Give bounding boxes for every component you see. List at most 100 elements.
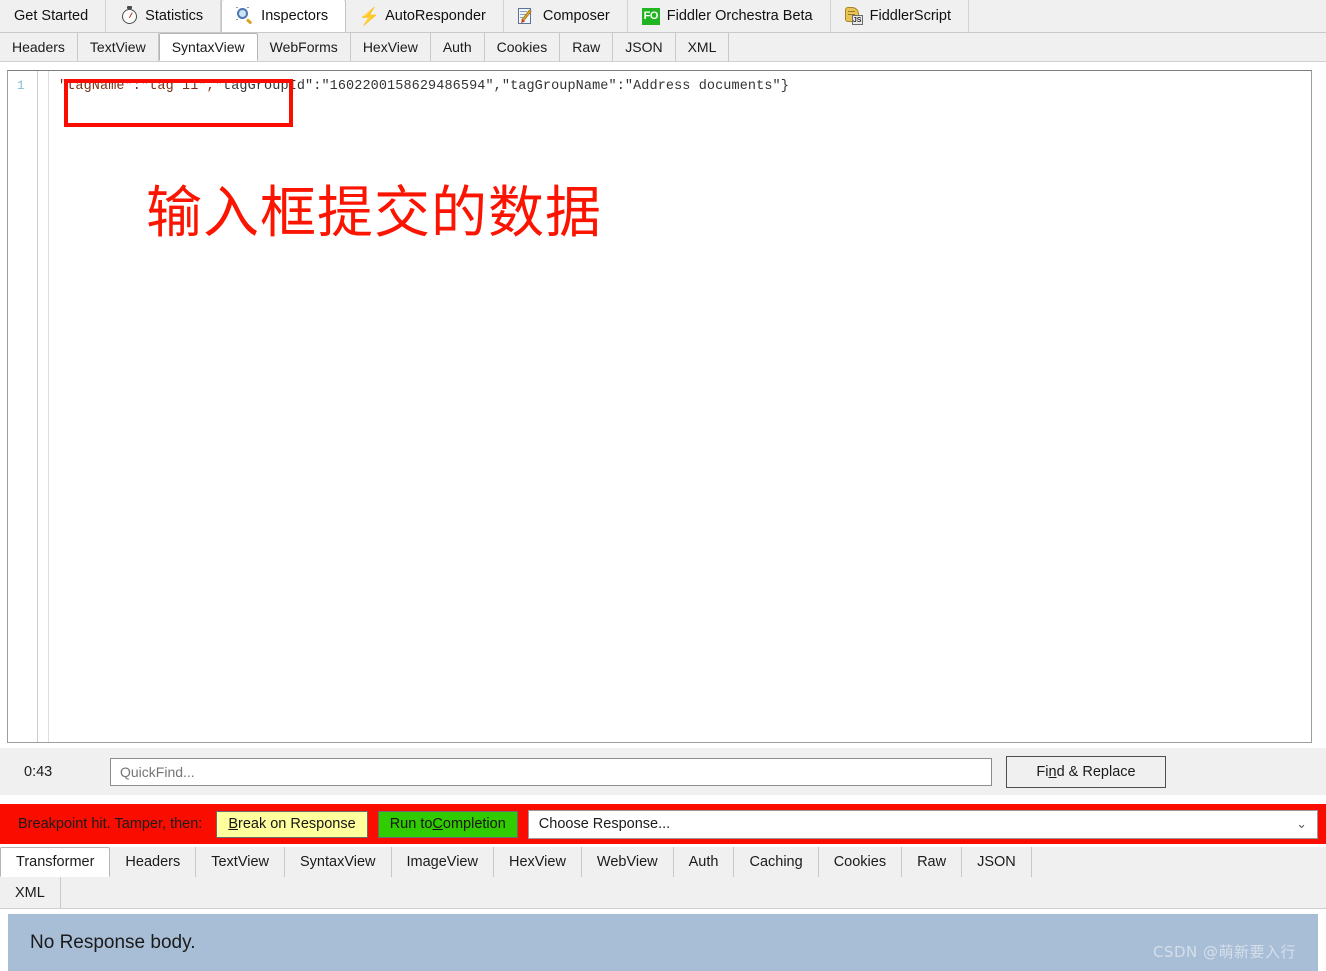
response-inspector-tabs-row2: XML [0, 877, 1326, 909]
response-tab-hexview[interactable]: HexView [494, 847, 582, 877]
tab-label: JSON [977, 854, 1016, 870]
response-tab-imageview[interactable]: ImageView [392, 847, 494, 877]
stopwatch-icon [120, 6, 138, 25]
response-tab-xml[interactable]: XML [0, 877, 61, 908]
code-line-1: "tagName":"tag 11","tagGroupId":"1602200… [59, 78, 1311, 95]
tab-label: XML [687, 39, 717, 55]
lightning-bolt-icon: ⚡ [358, 6, 380, 26]
main-tab-autoresponder[interactable]: ⚡ AutoResponder [346, 0, 504, 32]
request-tab-raw[interactable]: Raw [560, 33, 614, 61]
code-segment-rest: "tagGroupId":"1602200158629486594","tagG… [214, 79, 789, 94]
request-tab-cookies[interactable]: Cookies [485, 33, 561, 61]
tab-label: WebView [596, 854, 658, 870]
choose-response-dropdown[interactable]: Choose Response... ⌄ [527, 809, 1318, 839]
response-body-panel: No Response body. CSDN @萌新要入行 [8, 914, 1318, 971]
btn-text-pre: Run to [389, 816, 433, 832]
line-number: 1 [17, 79, 25, 93]
tab-label: Cookies [496, 39, 548, 55]
main-tab-composer[interactable]: Composer [503, 0, 628, 32]
response-tab-transformer[interactable]: Transformer [0, 847, 111, 877]
tab-label: JSON [625, 39, 663, 55]
response-tab-syntaxview[interactable]: SyntaxView [285, 847, 392, 877]
request-tab-auth[interactable]: Auth [431, 33, 485, 61]
tab-label: Cookies [833, 854, 887, 870]
quickfind-input[interactable] [110, 757, 992, 786]
response-tab-cookies[interactable]: Cookies [819, 847, 903, 877]
fo-badge-icon: FO [641, 7, 660, 25]
main-tab-label: Composer [542, 8, 610, 24]
main-tab-label: FiddlerScript [869, 8, 951, 24]
find-and-replace-button[interactable]: Fi n d & Replace [1006, 755, 1166, 788]
request-tab-textview[interactable]: TextView [78, 33, 159, 61]
response-inspector-tabs-row1: Transformer Headers TextView SyntaxView … [0, 847, 1326, 877]
request-tab-webforms[interactable]: WebForms [258, 33, 351, 61]
breakpoint-message: Breakpoint hit. Tamper, then: [18, 816, 203, 832]
btn-text-post: reak on Response [238, 816, 356, 832]
main-tab-fiddler-orchestra[interactable]: FO Fiddler Orchestra Beta [627, 0, 831, 32]
request-tab-xml[interactable]: XML [676, 33, 730, 61]
code-segment-highlighted: "tagName":"tag 11", [59, 79, 215, 94]
script-scroll-icon: JS [844, 7, 863, 25]
tab-label: Raw [572, 39, 601, 55]
response-body-message: No Response body. [30, 931, 196, 953]
tab-label: Caching [749, 854, 803, 870]
tab-label: ImageView [406, 854, 478, 870]
btn-accel-key: C [432, 816, 443, 832]
quickfind-bar: 0:43 Find & Replace [0, 748, 1326, 795]
response-tab-raw[interactable]: Raw [902, 847, 963, 877]
editor-gutter: 1 [8, 71, 38, 742]
btn-accel-key: B [228, 816, 238, 832]
main-tab-statistics[interactable]: Statistics [106, 0, 222, 32]
response-tab-auth[interactable]: Auth [674, 847, 735, 877]
tab-label: HexView [362, 39, 418, 55]
main-tab-inspectors[interactable]: Inspectors [221, 0, 347, 32]
main-tab-label: Inspectors [261, 8, 329, 24]
tab-label: SyntaxView [171, 39, 245, 55]
btn-text-post: ompletion [442, 816, 506, 832]
break-on-response-button[interactable]: Break on Response [216, 810, 368, 838]
btn-text-pre: Fi [1036, 763, 1049, 780]
response-tab-headers[interactable]: Headers [110, 847, 197, 877]
main-tab-label: AutoResponder [385, 8, 486, 24]
request-inspector-tabs: Headers TextView SyntaxView WebForms Hex… [0, 33, 1326, 62]
run-to-completion-button[interactable]: Run to Completion [377, 810, 518, 838]
chevron-down-icon[interactable]: ⌄ [1296, 816, 1307, 832]
session-timer: 0:43 [24, 763, 53, 780]
response-tab-caching[interactable]: Caching [734, 847, 819, 877]
tab-label: TextView [211, 854, 269, 870]
response-tab-textview[interactable]: TextView [196, 847, 285, 877]
tab-label: HexView [508, 854, 566, 870]
request-tab-hexview[interactable]: HexView [351, 33, 431, 61]
tabstrip-filler [969, 0, 1326, 32]
btn-text-post: d & Replace [1056, 763, 1136, 780]
response-tab-webview[interactable]: WebView [582, 847, 674, 877]
tab-label: Auth [442, 39, 472, 55]
response-tabs-row2-spacer [61, 877, 1326, 908]
request-tabs-spacer [729, 33, 1326, 61]
tab-label: Transformer [16, 854, 95, 870]
tab-label: SyntaxView [300, 854, 376, 870]
tab-label: Headers [12, 39, 65, 55]
main-tab-label: Fiddler Orchestra Beta [666, 8, 813, 24]
tab-label: XML [15, 884, 45, 901]
request-tab-headers[interactable]: Headers [0, 33, 78, 61]
tab-label: Headers [125, 854, 181, 870]
tab-label: Raw [917, 854, 947, 870]
breakpoint-bar: Breakpoint hit. Tamper, then: Break on R… [0, 804, 1326, 844]
request-tab-syntaxview[interactable]: SyntaxView [158, 33, 258, 61]
response-tab-json[interactable]: JSON [962, 847, 1032, 877]
main-tab-label: Statistics [145, 8, 204, 24]
composer-pencil-icon [517, 7, 536, 25]
syntaxview-editor[interactable]: 1 "tagName":"tag 11","tagGroupId":"16022… [7, 70, 1312, 743]
btn-accel-key: n [1048, 763, 1057, 780]
editor-gutter-pad [38, 71, 49, 742]
tab-label: TextView [89, 39, 146, 55]
editor-code-area[interactable]: "tagName":"tag 11","tagGroupId":"1602200… [49, 71, 1311, 742]
main-tabstrip: Get Started Statistics Inspectors ⚡ Auto… [0, 0, 1326, 33]
main-tab-get-started[interactable]: Get Started [0, 0, 107, 32]
csdn-watermark: CSDN @萌新要入行 [1152, 943, 1296, 961]
response-tabs-row1-spacer [1032, 847, 1326, 877]
main-tab-fiddlerscript[interactable]: JS FiddlerScript [830, 0, 969, 32]
choose-response-value: Choose Response... [538, 816, 671, 832]
request-tab-json[interactable]: JSON [613, 33, 676, 61]
